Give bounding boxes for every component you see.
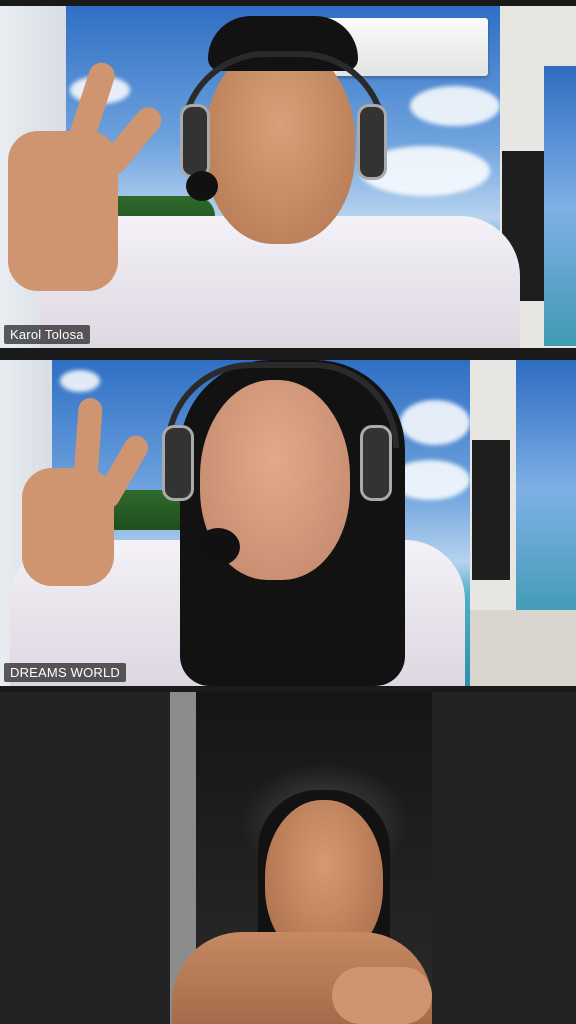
cloud	[60, 370, 100, 392]
dreams-poster	[544, 66, 576, 346]
headset-earcup	[360, 425, 392, 501]
headset-earcup	[357, 104, 387, 180]
doorway	[472, 440, 510, 580]
dreams-poster	[516, 360, 576, 620]
video-tile-participant-3[interactable]	[0, 692, 576, 1024]
cloud	[410, 86, 500, 126]
headset-earcup	[162, 425, 194, 501]
cloud	[400, 400, 470, 445]
hand	[332, 967, 432, 1024]
headset-mic	[186, 171, 218, 201]
video-tile-karol-tolosa[interactable]: Karol Tolosa	[0, 6, 576, 348]
video-tile-dreams-world[interactable]: DREAMS WORLD	[0, 360, 576, 686]
floor	[470, 610, 576, 686]
participant-name-label: DREAMS WORLD	[4, 663, 127, 682]
participant-name-label: Karol Tolosa	[4, 325, 90, 344]
headset-mic	[196, 528, 240, 566]
headset-earcup	[180, 104, 210, 178]
